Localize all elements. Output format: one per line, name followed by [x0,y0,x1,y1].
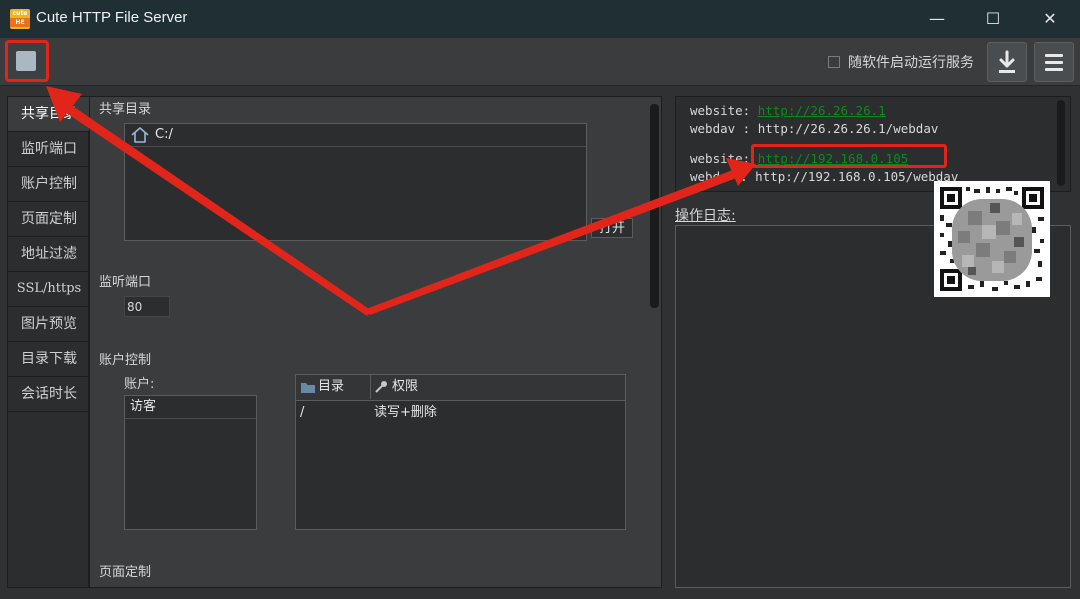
cell-dir: / [300,405,305,420]
table-row[interactable]: / 读写+删除 [296,401,625,425]
dir-path: C:/ [155,127,173,142]
accounts-heading: 账户控制 [99,353,152,368]
website-key: website: [690,151,751,166]
qr-code-icon [940,187,1044,291]
shared-dir-list[interactable]: C:/ [124,123,587,241]
website-key: website: [690,103,751,118]
logo-text-bottom: HE [10,18,30,27]
close-button[interactable]: ✕ [1027,0,1073,38]
sidebar-item-dir-download[interactable]: 目录下载 [8,342,90,377]
webdav-key: webd [690,169,721,184]
port-input[interactable]: 80 [124,296,170,317]
sidebar-item-accounts[interactable]: 账户控制 [8,167,90,202]
list-item[interactable]: 访客 [125,396,256,419]
menu-icon [1045,54,1063,71]
webdav-url: http://26.26.26.1/webdav [757,121,939,136]
qr-code-image [934,181,1050,297]
autostart-label: 随软件启动运行服务 [848,55,974,71]
webdav-line: webdav : http://26.26.26.1/webdav [690,121,938,136]
highlight-box [751,144,947,168]
webdav-line-lan: webd : http://192.168.0.105/webdav [690,169,958,184]
account-list[interactable]: 访客 [124,395,257,530]
window-title: Cute HTTP File Server [36,9,188,26]
page-custom-heading: 页面定制 [99,565,152,580]
column-divider [370,375,371,399]
open-dir-button[interactable]: 打开 [591,218,633,238]
sidebar-item-image-preview[interactable]: 图片预览 [8,307,90,342]
website-link[interactable]: http://26.26.26.1 [758,103,886,118]
menu-button[interactable] [1034,42,1074,82]
download-icon [999,50,1015,73]
settings-scrollbar[interactable] [650,104,659,308]
account-label: 账户: [124,377,155,392]
sidebar-item-listen-port[interactable]: 监听端口 [8,132,90,167]
cell-perm: 读写+删除 [374,405,437,420]
autostart-checkbox[interactable]: 随软件启动运行服务 [828,52,974,72]
checkbox-icon [828,56,840,68]
sidebar-item-ip-filter[interactable]: 地址过滤 [8,237,90,272]
webdav-key: webdav : [690,121,751,136]
key-icon [375,381,387,393]
home-icon [131,127,149,143]
column-header-perm[interactable]: 权限 [392,375,418,399]
sidebar-item-page-custom[interactable]: 页面定制 [8,202,90,237]
sidebar-item-session-time[interactable]: 会话时长 [8,377,90,412]
shared-dir-heading: 共享目录 [99,102,152,117]
download-button[interactable] [987,42,1027,82]
permission-table[interactable]: 目录 权限 / 读写+删除 [295,374,626,530]
stop-server-button[interactable] [5,40,49,82]
folder-icon [301,383,315,393]
webdav-url-lan: : http://192.168.0.105/webdav [740,169,959,184]
url-scrollbar[interactable] [1057,100,1065,186]
website-line: website: http://26.26.26.1 [690,103,886,118]
sidebar-item-shared-dir[interactable]: 共享目录 [8,97,90,132]
table-header: 目录 权限 [296,375,625,401]
maximize-button[interactable]: ☐ [970,0,1016,38]
minimize-button[interactable]: — [914,0,960,38]
sidebar-item-ssl[interactable]: SSL/https [8,272,90,307]
app-logo-icon: cute HE [10,9,30,29]
list-item[interactable]: C:/ [125,124,586,147]
stop-icon [16,51,36,71]
log-heading: 操作日志: [675,208,736,224]
column-header-dir[interactable]: 目录 [318,375,344,399]
logo-text-top: cute [12,10,28,17]
settings-sidebar: 共享目录 监听端口 账户控制 页面定制 地址过滤 SSL/https 图片预览 … [7,96,90,588]
listen-port-heading: 监听端口 [99,275,152,290]
